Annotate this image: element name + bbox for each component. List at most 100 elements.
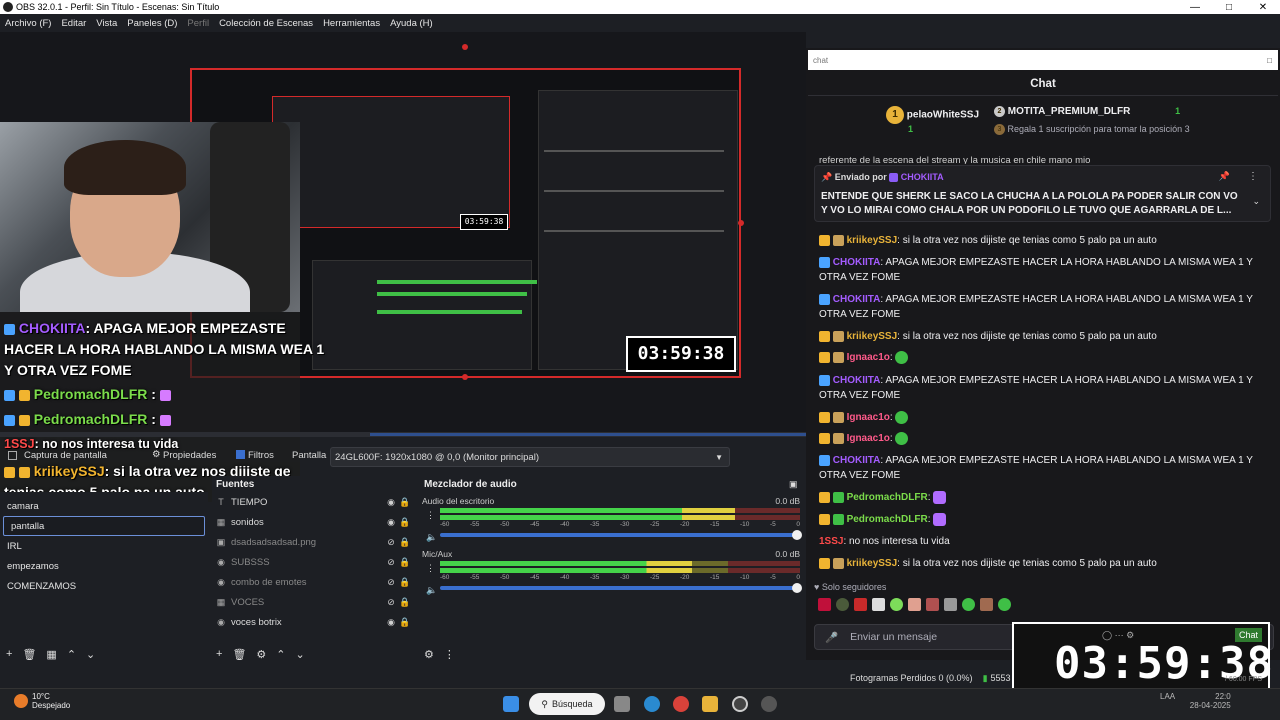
transform-handle[interactable]	[462, 374, 468, 380]
gear-icon[interactable]: ⚙	[424, 648, 434, 661]
menu-paneles[interactable]: Paneles (D)	[127, 18, 177, 29]
eye-icon[interactable]: ◉	[384, 497, 398, 508]
lock-icon[interactable]: 🔒	[398, 617, 412, 628]
source-item[interactable]: ▦ VOCES ⊘ 🔒	[212, 592, 412, 612]
chat-message: CHOKIITA: APAGA MEJOR EMPEZASTE HACER LA…	[819, 293, 1253, 320]
lock-icon[interactable]: 🔒	[398, 537, 412, 548]
move-down-icon[interactable]: ⌄	[86, 648, 95, 661]
scene-item[interactable]: camara	[0, 496, 208, 516]
taskbar-search[interactable]: ⚲ Búsqueda	[529, 693, 605, 715]
display-select[interactable]: 24GL600F: 1920x1080 @ 0,0 (Monitor princ…	[330, 447, 730, 467]
windows-start-icon[interactable]	[503, 696, 519, 712]
media-player-icon[interactable]	[761, 696, 777, 712]
menu-herramientas[interactable]: Herramientas	[323, 18, 380, 29]
gear-icon[interactable]: ⚙	[256, 648, 266, 661]
crown-icon	[819, 513, 830, 525]
trash-icon[interactable]: 🗑	[232, 648, 246, 661]
volume-slider[interactable]	[440, 583, 802, 593]
eye-hidden-icon[interactable]: ⊘	[384, 537, 398, 548]
kebab-menu-icon[interactable]: ⋮	[426, 510, 435, 521]
emote-icon[interactable]	[818, 598, 831, 611]
eye-hidden-icon[interactable]: ⊘	[384, 557, 398, 568]
menu-ayuda[interactable]: Ayuda (H)	[390, 18, 433, 29]
dock-menu-icon[interactable]: ▣	[789, 479, 798, 490]
source-item[interactable]: ◉ combo de emotes ⊘ 🔒	[212, 572, 412, 592]
lock-icon[interactable]: 🔒	[398, 497, 412, 508]
move-up-icon[interactable]: ⌃	[276, 648, 285, 661]
menu-perfil[interactable]: Perfil	[187, 18, 209, 29]
language: LAA	[1160, 692, 1176, 701]
kebab-menu-icon[interactable]: ⋮	[426, 563, 435, 574]
lock-icon[interactable]: 🔒	[398, 597, 412, 608]
file-explorer-icon[interactable]	[702, 696, 718, 712]
close-button[interactable]: ✕	[1246, 2, 1280, 13]
add-icon[interactable]: +	[216, 648, 222, 661]
edge-icon[interactable]	[644, 696, 660, 712]
volume-slider[interactable]	[440, 530, 802, 540]
move-up-icon[interactable]: ⌃	[67, 648, 76, 661]
maximize-button[interactable]: □	[1212, 2, 1246, 13]
emote-icon[interactable]	[908, 598, 921, 611]
chat-message: Ignaac1o:	[819, 350, 1259, 365]
minimize-button[interactable]: —	[1178, 2, 1212, 13]
eye-hidden-icon[interactable]: ⊘	[384, 597, 398, 608]
pin-icon[interactable]: 📌	[1219, 171, 1230, 182]
menu-vista[interactable]: Vista	[96, 18, 117, 29]
add-icon[interactable]: +	[6, 648, 12, 661]
menu-archivo[interactable]: Archivo (F)	[5, 18, 51, 29]
eye-hidden-icon[interactable]: ⊘	[384, 577, 398, 588]
transform-handle[interactable]	[738, 220, 744, 226]
filter-icon[interactable]: ▦	[46, 648, 56, 661]
scene-item[interactable]: IRL	[0, 536, 208, 556]
task-view-icon[interactable]	[614, 696, 630, 712]
emote-icon[interactable]	[926, 598, 939, 611]
source-item[interactable]: T TIEMPO ◉ 🔒	[212, 492, 412, 512]
source-item[interactable]: ◉ SUBSSS ⊘ 🔒	[212, 552, 412, 572]
emote-icon[interactable]	[962, 598, 975, 611]
volume-knob[interactable]	[792, 530, 802, 540]
lock-icon[interactable]: 🔒	[398, 517, 412, 528]
volume-knob[interactable]	[792, 583, 802, 593]
chat-message: kriikeySSJ: si la otra vez nos dijiste q…	[819, 329, 1259, 344]
source-item[interactable]: ▦ sonidos ◉ 🔒	[212, 512, 412, 532]
trash-icon[interactable]: 🗑	[22, 648, 36, 661]
source-item[interactable]: ◉ voces botrix ◉ 🔒	[212, 612, 412, 632]
emote-icon[interactable]	[836, 598, 849, 611]
chat-message: PedromachDLFR:	[819, 490, 1259, 505]
eye-icon[interactable]: ◉	[384, 517, 398, 528]
scene-item-selected[interactable]: pantalla	[3, 516, 205, 536]
mic-icon[interactable]: 🎤	[825, 631, 838, 644]
emote-icon[interactable]	[980, 598, 993, 611]
scene-item[interactable]: COMENZAMOS	[0, 576, 208, 596]
sun-icon	[14, 694, 28, 708]
transform-handle[interactable]	[462, 44, 468, 50]
chevron-down-icon[interactable]: ⌄	[1252, 196, 1260, 207]
menu-editar[interactable]: Editar	[61, 18, 86, 29]
scene-item[interactable]: empezamos	[0, 556, 208, 576]
emote-icon[interactable]	[944, 598, 957, 611]
speaker-icon[interactable]: 🔈	[426, 585, 437, 596]
lock-icon[interactable]: 🔒	[398, 577, 412, 588]
restore-icon[interactable]: □	[1267, 56, 1272, 65]
source-item[interactable]: ▣ dsadsadsadsad.png ⊘ 🔒	[212, 532, 412, 552]
menu-coleccion[interactable]: Colección de Escenas	[219, 18, 313, 29]
weather-widget[interactable]: 10°C Despejado	[14, 692, 70, 710]
eye-icon[interactable]: ◉	[384, 617, 398, 628]
gear-icon[interactable]: ⚙	[152, 449, 161, 460]
overlay-username: PedromachDLFR	[33, 411, 148, 427]
kebab-menu-icon[interactable]: ⋮	[444, 648, 455, 661]
system-clock[interactable]: LAA 22:0 28-04-2025	[1160, 692, 1231, 710]
kebab-menu-icon[interactable]: ⋮	[1248, 171, 1258, 182]
emote-icon[interactable]	[998, 598, 1011, 611]
meter-tick-label: -10	[740, 574, 750, 581]
filters-button[interactable]: Filtros	[248, 450, 274, 461]
chrome-icon[interactable]	[673, 696, 689, 712]
emote-icon[interactable]	[890, 598, 903, 611]
lock-icon[interactable]: 🔒	[398, 557, 412, 568]
obs-taskbar-icon[interactable]	[732, 696, 748, 712]
emote-icon[interactable]	[872, 598, 885, 611]
speaker-icon[interactable]: 🔈	[426, 532, 437, 543]
emote-icon[interactable]	[854, 598, 867, 611]
properties-button[interactable]: Propiedades	[163, 450, 216, 461]
move-down-icon[interactable]: ⌄	[296, 648, 305, 661]
